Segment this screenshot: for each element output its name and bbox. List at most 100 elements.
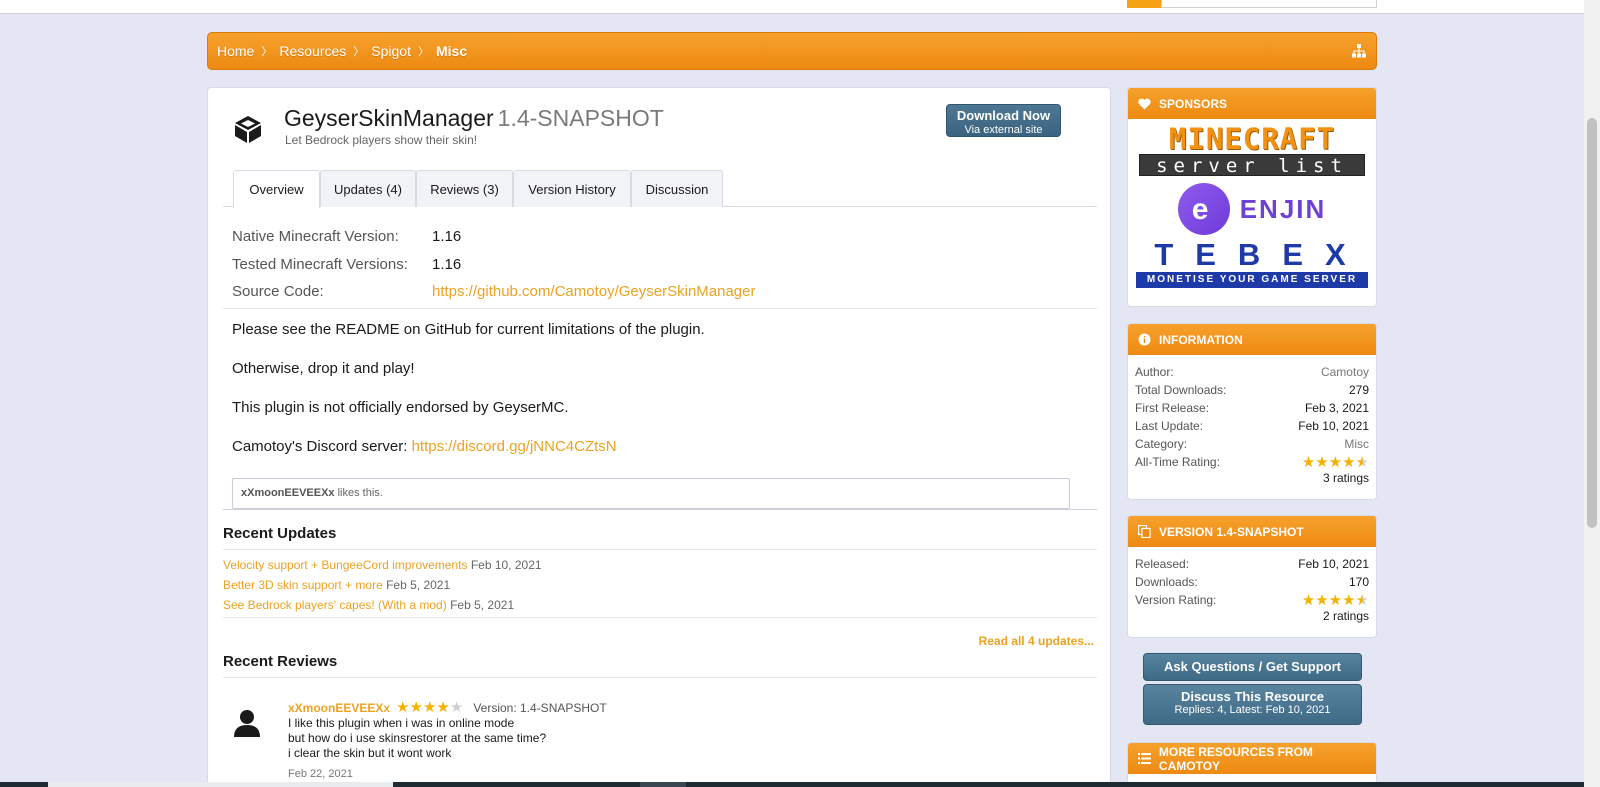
info-label: First Release: xyxy=(1135,401,1210,415)
sponsors-panel: SPONSORS MINECRAFT server list e ENJIN T… xyxy=(1127,87,1377,307)
chevron-right-icon: 〉 xyxy=(261,46,273,58)
info-value[interactable]: Camotoy xyxy=(1321,365,1369,379)
divider xyxy=(223,549,1097,550)
version-row-downloads: Downloads: 170 xyxy=(1128,573,1376,591)
information-title: INFORMATION xyxy=(1159,332,1243,347)
breadcrumb-spigot[interactable]: Spigot xyxy=(371,43,411,59)
tab-discussion[interactable]: Discussion xyxy=(631,170,723,207)
update-link[interactable]: See Bedrock players' capes! (With a mod) xyxy=(223,598,447,612)
version-value: Feb 10, 2021 xyxy=(1298,557,1369,571)
info-label: All-Time Rating: xyxy=(1135,455,1220,469)
info-label: Author: xyxy=(1135,365,1174,379)
description-paragraph: Otherwise, drop it and play! xyxy=(232,360,415,377)
likes-text: likes this. xyxy=(334,487,383,499)
info-label: Category: xyxy=(1135,437,1188,451)
read-all-updates-link[interactable]: Read all 4 updates... xyxy=(979,634,1094,648)
ask-questions-button[interactable]: Ask Questions / Get Support xyxy=(1143,653,1362,681)
resource-version: 1.4-SNAPSHOT xyxy=(497,105,664,131)
info-label: Last Update: xyxy=(1135,419,1204,433)
info-icon xyxy=(1138,333,1151,346)
source-code-label: Source Code: xyxy=(232,283,324,300)
star-icon: ★ xyxy=(1328,453,1343,471)
update-link[interactable]: Velocity support + BungeeCord improvemen… xyxy=(223,558,467,572)
review-line: I like this plugin when i was in online … xyxy=(288,716,515,730)
search-accent[interactable] xyxy=(1127,0,1161,8)
resource-name: GeyserSkinManager xyxy=(284,105,494,131)
version-label: Version Rating: xyxy=(1135,593,1217,607)
recent-updates-heading: Recent Updates xyxy=(223,525,337,542)
enjin-mark-icon: e xyxy=(1177,183,1230,235)
minecraft-server-list-logo[interactable]: MINECRAFT server list xyxy=(1136,124,1368,180)
source-code-link[interactable]: https://github.com/Camotoy/GeyserSkinMan… xyxy=(432,283,755,300)
update-link[interactable]: Better 3D skin support + more xyxy=(223,578,383,592)
info-row-category: Category: Misc xyxy=(1128,435,1376,453)
discord-link[interactable]: https://discord.gg/jNNC4CZtsN xyxy=(412,438,617,455)
review-line: i clear the skin but it wont work xyxy=(288,746,452,760)
star-icon: ★ xyxy=(1355,591,1369,609)
tab-version-history[interactable]: Version History xyxy=(513,170,631,207)
update-date: Feb 5, 2021 xyxy=(386,578,451,592)
cube-icon xyxy=(235,116,261,143)
native-version-value: 1.16 xyxy=(432,228,462,245)
info-row-downloads: Total Downloads: 279 xyxy=(1128,381,1376,399)
reviewer-username[interactable]: xXmoonEEVEEXx xyxy=(288,701,390,715)
review-line: but how do i use skinsrestorer at the sa… xyxy=(288,731,547,745)
heart-icon xyxy=(1138,98,1151,109)
star-icon: ★ xyxy=(1355,453,1369,471)
ask-questions-label: Ask Questions / Get Support xyxy=(1164,659,1341,674)
star-icon: ★ xyxy=(422,699,437,716)
update-item: See Bedrock players' capes! (With a mod)… xyxy=(223,598,514,612)
tab-overview[interactable]: Overview xyxy=(233,170,320,208)
breadcrumb-home[interactable]: Home xyxy=(217,43,254,59)
tab-updates[interactable]: Updates (4) xyxy=(320,170,416,207)
info-value: Feb 10, 2021 xyxy=(1298,419,1369,433)
resource-panel: GeyserSkinManager 1.4-SNAPSHOT Let Bedroc… xyxy=(207,87,1111,787)
star-icon: ★ xyxy=(1315,591,1329,609)
star-icon: ★ xyxy=(1315,453,1329,471)
tab-reviews[interactable]: Reviews (3) xyxy=(416,170,513,207)
info-row-rating: All-Time Rating: ★ ★ ★ ★ ★ xyxy=(1128,453,1376,471)
tebex-logo[interactable]: TEBEX MONETISE YOUR GAME SERVER xyxy=(1136,238,1368,294)
star-icon: ★ xyxy=(1301,453,1316,471)
sponsors-header: SPONSORS xyxy=(1128,88,1376,119)
discuss-sublabel: Replies: 4, Latest: Feb 10, 2021 xyxy=(1174,704,1331,716)
discuss-resource-button[interactable]: Discuss This Resource Replies: 4, Latest… xyxy=(1143,684,1362,725)
sponsors-title: SPONSORS xyxy=(1159,96,1228,111)
discord-paragraph: Camotoy's Discord server: https://discor… xyxy=(232,438,617,455)
sitemap-icon[interactable] xyxy=(1352,44,1366,58)
breadcrumb-resources[interactable]: Resources xyxy=(279,43,346,59)
version-rating-stars: ★ ★ ★ ★ ★ xyxy=(1302,593,1369,608)
version-value: 170 xyxy=(1348,575,1369,589)
scrollbar-thumb[interactable] xyxy=(1587,118,1597,528)
star-icon: ★ xyxy=(1301,591,1316,609)
review-date: Feb 22, 2021 xyxy=(288,768,353,780)
review-version: Version: 1.4-SNAPSHOT xyxy=(473,700,607,715)
enjin-logo[interactable]: e ENJIN xyxy=(1136,180,1368,238)
info-row-author: Author: Camotoy xyxy=(1128,363,1376,381)
update-date: Feb 5, 2021 xyxy=(450,598,515,612)
resource-tagline: Let Bedrock players show their skin! xyxy=(285,133,478,147)
info-row-last-update: Last Update: Feb 10, 2021 xyxy=(1128,417,1376,435)
discord-label: Camotoy's Discord server: xyxy=(232,438,412,455)
version-ratings-count: 2 ratings xyxy=(1322,609,1369,623)
star-icon: ★ xyxy=(449,699,464,716)
update-item: Velocity support + BungeeCord improvemen… xyxy=(223,558,542,572)
divider xyxy=(223,677,1097,678)
user-avatar-icon[interactable] xyxy=(232,708,262,738)
info-row-first-release: First Release: Feb 3, 2021 xyxy=(1128,399,1376,417)
version-label: Released: xyxy=(1135,557,1190,571)
taskbar-strip xyxy=(0,782,1584,787)
info-value[interactable]: Misc xyxy=(1344,437,1369,451)
download-button[interactable]: Download Now Via external site xyxy=(946,104,1061,137)
chevron-right-icon: 〉 xyxy=(417,46,429,58)
more-resources-header: MORE RESOURCES FROM CAMOTOY xyxy=(1128,743,1376,774)
star-icon: ★ xyxy=(1328,591,1343,609)
breadcrumb-misc[interactable]: Misc xyxy=(436,43,467,59)
tested-versions-value: 1.16 xyxy=(432,256,462,273)
search-box[interactable] xyxy=(1161,0,1377,8)
recent-reviews-heading: Recent Reviews xyxy=(223,653,338,670)
sponsor-list: MINECRAFT server list e ENJIN TEBEX MONE… xyxy=(1136,124,1368,294)
breadcrumb: Home 〉 Resources 〉 Spigot 〉 Misc xyxy=(207,32,1377,70)
page-scrollbar[interactable] xyxy=(1584,0,1600,787)
liker-username[interactable]: xXmoonEEVEEXx xyxy=(241,487,335,499)
